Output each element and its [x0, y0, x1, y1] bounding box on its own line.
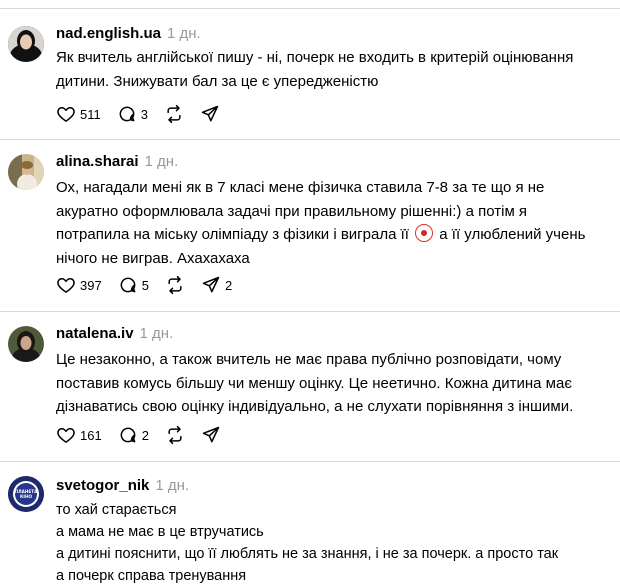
- repost-button[interactable]: [165, 425, 185, 445]
- post-text-line: Як вчитель англійської пишу - ні, почерк…: [56, 49, 574, 66]
- share-count: 2: [224, 277, 233, 293]
- username[interactable]: natalena.iv: [56, 325, 134, 342]
- share-button[interactable]: [201, 425, 221, 445]
- heart-icon: [57, 428, 75, 443]
- separator: [0, 8, 620, 9]
- clown-face-emoji: [415, 224, 434, 242]
- post-text-line: то хай старається: [56, 502, 177, 518]
- post-text-segment: а її улюблений учень: [439, 226, 586, 243]
- avatar[interactable]: [8, 26, 44, 62]
- username[interactable]: nad.english.ua: [56, 25, 161, 42]
- repost-button[interactable]: [164, 104, 184, 124]
- reply-count: 3: [140, 106, 148, 122]
- post-text-line: а мама не має в це втручатись: [56, 524, 264, 540]
- like-button[interactable]: 511: [56, 104, 101, 124]
- svg-text:КІНО: КІНО: [20, 494, 32, 499]
- like-count: 511: [80, 106, 101, 122]
- like-button[interactable]: 397: [56, 275, 102, 295]
- reply-count: 2: [141, 427, 149, 443]
- like-count: 161: [80, 427, 102, 443]
- repost-button[interactable]: [165, 275, 185, 295]
- avatar[interactable]: [8, 326, 44, 362]
- repost-icon: [168, 425, 182, 445]
- separator: [0, 311, 620, 312]
- post-text-line: акуратно оформлювала задачі при правильн…: [56, 202, 528, 220]
- username[interactable]: svetogor_nik: [56, 477, 149, 494]
- share-icon: [202, 276, 220, 293]
- post-text-line: дитини. Знижувати бал за це є упереджені…: [56, 72, 379, 90]
- reply-count: 5: [141, 277, 149, 293]
- comment-icon: [120, 277, 136, 293]
- heart-icon: [57, 107, 75, 122]
- heart-icon: [57, 278, 75, 293]
- post-actions: 397 5 2: [56, 275, 248, 295]
- post-text-line: Ох, нагадали мені як в 7 класі мене фізи…: [56, 179, 545, 196]
- post-text: Як вчитель англійської пишу - ні, почерк…: [56, 46, 601, 93]
- post-actions: 161 2: [56, 425, 237, 445]
- avatar[interactable]: [8, 154, 44, 190]
- repost-icon: [168, 275, 182, 295]
- share-button[interactable]: 2: [201, 275, 232, 295]
- reply-button[interactable]: 2: [118, 425, 149, 445]
- post-text: Ох, нагадали мені як в 7 класі мене фізи…: [56, 176, 601, 270]
- post-text-line: а дитині пояснити, що її люблять не за з…: [56, 546, 559, 562]
- share-icon: [201, 105, 219, 122]
- share-icon: [202, 426, 220, 443]
- post-text-segment: потрапила на міську олімпіаду з фізики і…: [56, 226, 409, 243]
- like-button[interactable]: 161: [56, 425, 102, 445]
- comment-icon: [119, 106, 135, 122]
- post-text-line: нічого не виграв. Ахахахаха: [56, 249, 250, 267]
- like-count: 397: [80, 277, 102, 293]
- post-text-line: Це незаконно, а також вчитель не має пра…: [56, 351, 562, 368]
- reply-button[interactable]: 5: [118, 275, 149, 295]
- separator: [0, 461, 620, 462]
- post-text-line: потрапила на міську олімпіаду з фізики і…: [56, 223, 601, 247]
- post-actions: 511 3: [56, 104, 236, 124]
- avatar[interactable]: ПЛАНЕТА КІНО: [8, 476, 44, 512]
- post-text: то хай старається а мама не має в це втр…: [56, 499, 601, 587]
- post-header: svetogor_nik 1 дн.: [56, 477, 189, 494]
- username[interactable]: alina.sharai: [56, 153, 139, 170]
- post-time[interactable]: 1 дн.: [167, 25, 201, 42]
- post-time[interactable]: 1 дн.: [140, 325, 174, 342]
- post-time[interactable]: 1 дн.: [155, 477, 189, 494]
- reply-button[interactable]: 3: [117, 104, 148, 124]
- post-text-line: дізнаватись свою оцінку індивідуально, а…: [56, 398, 574, 415]
- post-text: Це незаконно, а також вчитель не має пра…: [56, 348, 601, 419]
- post-header: alina.sharai 1 дн.: [56, 153, 178, 170]
- post-header: natalena.iv 1 дн.: [56, 325, 173, 342]
- share-button[interactable]: [200, 104, 220, 124]
- repost-icon: [167, 104, 181, 124]
- comment-icon: [120, 427, 136, 443]
- separator: [0, 139, 620, 140]
- post-header: nad.english.ua 1 дн.: [56, 25, 201, 42]
- post-text-line: поставив комусь більшу чи меншу оцінку. …: [56, 374, 572, 392]
- post-time[interactable]: 1 дн.: [145, 153, 179, 170]
